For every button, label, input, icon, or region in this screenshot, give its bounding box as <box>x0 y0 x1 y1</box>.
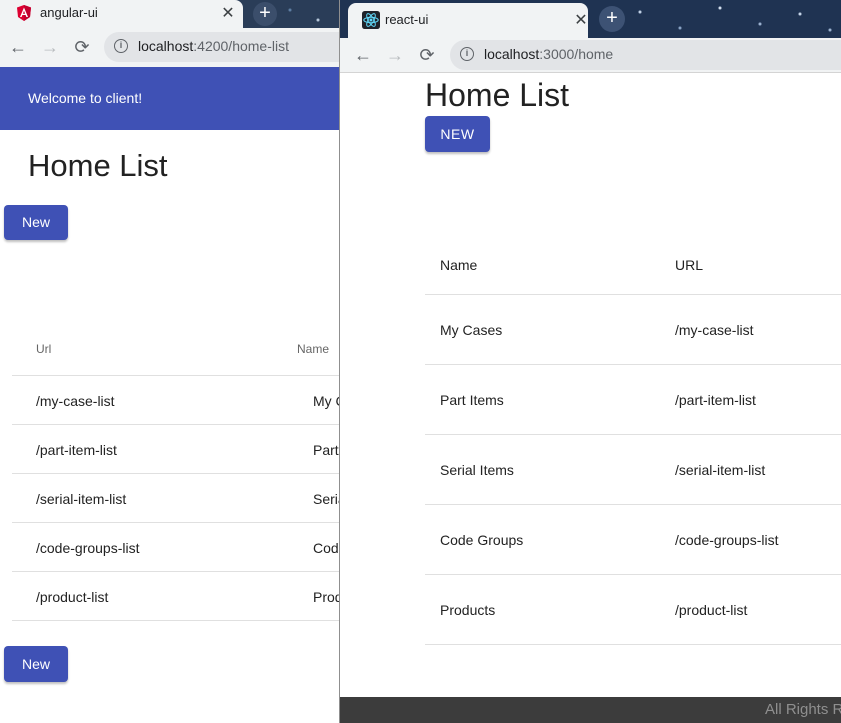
name-cell: Code Groups <box>440 532 524 548</box>
back-arrow-icon[interactable]: ← <box>8 36 28 58</box>
home-table: Name URL My Cases /my-case-list Part Ite… <box>425 230 841 645</box>
url-cell: /part-item-list <box>675 392 756 408</box>
page-title: Home List <box>425 77 570 113</box>
address-bar[interactable]: i localhost:4200/home-list <box>104 32 340 62</box>
table-row[interactable]: /part-item-list Part Items <box>12 425 340 474</box>
table-row[interactable]: /product-list Products <box>12 572 340 621</box>
footer-text: All Rights R <box>765 701 841 718</box>
column-header-name: Name <box>440 257 478 273</box>
new-button[interactable]: New <box>4 205 68 240</box>
url-cell: /code-groups-list <box>675 532 779 548</box>
forward-arrow-icon[interactable]: → <box>385 44 405 66</box>
reload-icon[interactable]: ⟳ <box>417 44 437 66</box>
new-button[interactable]: NEW <box>425 116 490 152</box>
info-icon[interactable]: i <box>460 47 474 61</box>
page-footer: All Rights R <box>340 697 841 723</box>
table-row[interactable]: /my-case-list My Cases <box>12 376 340 425</box>
url-cell: /product-list <box>675 602 748 618</box>
tab-title: angular-ui <box>40 5 98 20</box>
angular-logo-icon <box>17 5 31 21</box>
toolbar-title: Welcome to client! <box>28 90 143 106</box>
table-row[interactable]: Part Items /part-item-list <box>425 365 841 435</box>
new-tab-button[interactable]: + <box>599 6 625 32</box>
react-logo-icon <box>362 11 380 29</box>
reload-icon[interactable]: ⟳ <box>72 36 92 58</box>
back-arrow-icon[interactable]: ← <box>353 44 373 66</box>
close-icon[interactable]: ✕ <box>219 3 237 23</box>
browser-toolbar: ← → ⟳ i localhost:3000/home <box>340 38 841 73</box>
tab-strip: angular-ui ✕ + <box>0 0 340 28</box>
url-cell: /code-groups-list <box>36 540 140 556</box>
tab-strip: react-ui ✕ + <box>340 0 841 38</box>
address-bar[interactable]: i localhost:3000/home <box>450 40 841 70</box>
address-url: localhost:4200/home-list <box>138 38 289 54</box>
column-header-name: Name <box>297 342 330 356</box>
name-cell: My Cases <box>440 322 503 338</box>
name-cell: Serial Items <box>313 491 340 507</box>
url-cell: /part-item-list <box>36 442 117 458</box>
tab-react-ui[interactable]: react-ui ✕ <box>348 3 588 38</box>
address-url: localhost:3000/home <box>484 46 614 62</box>
browser-toolbar: ← → ⟳ i localhost:4200/home-list <box>0 28 340 67</box>
app-toolbar: Welcome to client! <box>0 67 340 130</box>
tab-title: react-ui <box>385 12 429 27</box>
new-button-bottom[interactable]: New <box>4 646 68 682</box>
tab-angular-ui[interactable]: angular-ui ✕ <box>0 0 243 28</box>
table-row[interactable]: Code Groups /code-groups-list <box>425 505 841 575</box>
name-cell: Products <box>313 589 340 605</box>
page-title: Home List <box>28 148 168 183</box>
new-tab-button[interactable]: + <box>253 2 277 26</box>
react-browser-window: react-ui ✕ + ← → ⟳ i localhost:3000/home… <box>339 0 841 723</box>
forward-arrow-icon[interactable]: → <box>40 36 60 58</box>
url-cell: /serial-item-list <box>675 462 766 478</box>
column-header-url: URL <box>675 257 704 273</box>
url-cell: /product-list <box>36 589 109 605</box>
table-row[interactable]: Serial Items /serial-item-list <box>425 435 841 505</box>
table-row[interactable]: /code-groups-list Code Groups <box>12 523 340 572</box>
url-cell: /serial-item-list <box>36 491 127 507</box>
table-row[interactable]: /serial-item-list Serial Items <box>12 474 340 523</box>
url-cell: /my-case-list <box>675 322 754 338</box>
info-icon[interactable]: i <box>114 39 128 53</box>
name-cell: Part Items <box>440 392 504 408</box>
name-cell: Products <box>440 602 496 618</box>
name-cell: Code Groups <box>313 540 340 556</box>
table-row[interactable]: Products /product-list <box>425 575 841 645</box>
page-content: Home List NEW Name URL My Cases /my-case… <box>340 73 841 697</box>
table-header-row: Url Name <box>12 324 340 376</box>
name-cell: Serial Items <box>440 462 514 478</box>
table-header-row: Name URL <box>425 230 841 295</box>
angular-browser-window: angular-ui ✕ + ← → ⟳ i localhost:4200/ho… <box>0 0 340 723</box>
url-cell: /my-case-list <box>36 393 115 409</box>
column-header-url: Url <box>36 342 52 356</box>
close-icon[interactable]: ✕ <box>572 10 590 30</box>
home-table: Url Name /my-case-list My Cases /part-it… <box>12 324 340 621</box>
table-row[interactable]: My Cases /my-case-list <box>425 295 841 365</box>
name-cell: Part Items <box>313 442 340 458</box>
name-cell: My Cases <box>313 393 340 409</box>
